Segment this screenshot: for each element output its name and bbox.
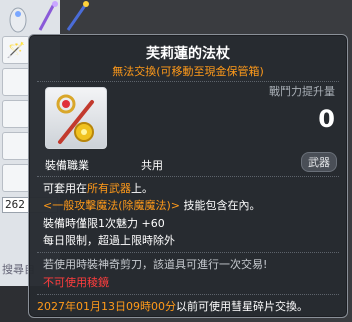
trade-restriction: 無法交換(可移動至現金保管箱) bbox=[112, 65, 264, 78]
description-text: 可套用在 bbox=[43, 182, 87, 195]
category-badge: 武器 bbox=[301, 152, 337, 172]
scissors-note: 若使用時裝神奇剪刀，該道具可進行一次交易! bbox=[43, 258, 268, 271]
description-text: 技能包含在內。 bbox=[180, 199, 261, 212]
divider bbox=[37, 176, 339, 177]
job-value: 共用 bbox=[141, 159, 163, 172]
expiry-date: 2027年01月13日09時00分 bbox=[37, 300, 176, 313]
inventory-slot[interactable] bbox=[2, 164, 30, 192]
item-name: 芙莉蓮的法杖 bbox=[146, 46, 230, 62]
item-image bbox=[45, 87, 107, 149]
divider bbox=[37, 294, 339, 295]
inventory-slot[interactable] bbox=[2, 100, 30, 128]
staff-icon bbox=[56, 94, 94, 144]
combat-power-value: 0 bbox=[318, 105, 335, 133]
inventory-slot[interactable] bbox=[2, 68, 30, 96]
combat-power-label: 戰鬥力提升量 bbox=[269, 85, 335, 98]
item-icon[interactable] bbox=[6, 0, 30, 34]
expiry-line: 2027年01月13日09時00分以前可使用彗星碎片交換。 bbox=[37, 299, 352, 315]
item-tooltip: 芙莉蓮的法杖 無法交換(可移動至現金保管箱) 戰鬥力提升量 0 武器 裝備職業 … bbox=[28, 34, 348, 318]
expiry-text: 以前可使用彗星碎片交換。 bbox=[175, 300, 308, 313]
wand-icon[interactable] bbox=[36, 0, 60, 34]
inventory-slot[interactable]: 🪄 bbox=[2, 36, 30, 64]
staff-icon: 🪄 bbox=[6, 41, 26, 59]
bonus-line: 裝備時僅限1次魅力 +60 bbox=[43, 217, 165, 230]
description-text: 上。 bbox=[131, 182, 153, 195]
skill-highlight: <一般攻擊魔法(除魔魔法)> bbox=[43, 199, 181, 212]
description-line: <一般攻擊魔法(除魔魔法)> 技能包含在內。 bbox=[43, 198, 261, 214]
description-line: 可套用在所有武器上。 bbox=[43, 181, 153, 197]
prism-note: 不可使用稜鏡 bbox=[43, 276, 109, 289]
description-highlight: 所有武器 bbox=[87, 182, 131, 195]
limit-line: 每日限制，超過上限時除外 bbox=[43, 234, 175, 247]
wand-icon[interactable] bbox=[64, 0, 90, 34]
divider bbox=[37, 81, 339, 82]
divider bbox=[37, 252, 339, 253]
inventory-slot[interactable] bbox=[2, 132, 30, 160]
job-label: 裝備職業 bbox=[45, 159, 89, 172]
